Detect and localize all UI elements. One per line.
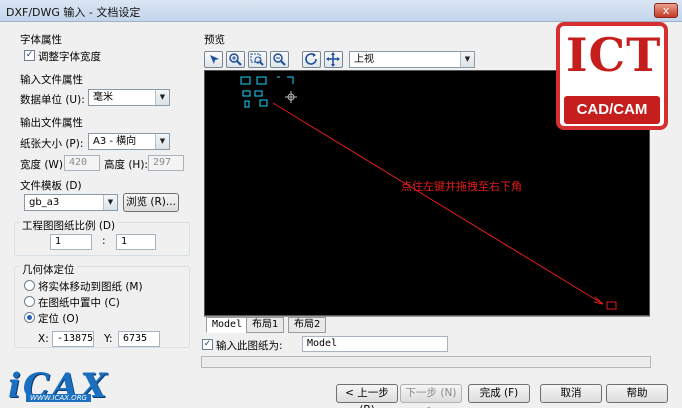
radio-move-to-sheet-label: 将实体移动到图纸 (M) xyxy=(38,281,143,293)
paper-size-select[interactable]: A3 - 横向 ▼ xyxy=(88,133,170,150)
cancel-button[interactable]: 取消 xyxy=(540,384,602,403)
input-props-title: 输入文件属性 xyxy=(20,74,83,86)
height-field: 297 xyxy=(148,155,184,171)
browse-button[interactable]: 浏览 (R)... xyxy=(123,193,179,212)
preview-title: 预览 xyxy=(204,34,225,46)
status-bar xyxy=(201,356,651,368)
icax-logo-url: WWW.ICAX.ORG xyxy=(26,394,91,402)
x-label: X: xyxy=(38,333,49,345)
view-value: 上视 xyxy=(354,54,374,65)
window-title: DXF/DWG 输入 - 文档设定 xyxy=(6,6,141,19)
template-select[interactable]: gb_a3 ▼ xyxy=(24,194,118,211)
zoom-in-icon xyxy=(229,53,242,66)
close-button[interactable]: x xyxy=(654,3,678,18)
template-label: 文件模板 (D) xyxy=(20,180,82,192)
refresh-icon xyxy=(305,53,317,65)
y-label: Y: xyxy=(104,333,113,345)
scale-right-input[interactable]: 1 xyxy=(116,234,156,250)
chevron-down-icon: ▼ xyxy=(460,52,474,67)
chevron-down-icon: ▼ xyxy=(103,195,117,210)
import-sheet-input[interactable]: Model xyxy=(302,336,448,352)
refresh-button[interactable] xyxy=(302,51,321,68)
ict-logo-text: ICT xyxy=(566,28,662,82)
import-sheet-label: 输入此图纸为: xyxy=(216,340,283,352)
output-props-title: 输出文件属性 xyxy=(20,117,83,129)
tab-model[interactable]: Model xyxy=(206,317,249,333)
height-label: 高度 (H): xyxy=(104,159,148,171)
font-props-title: 字体属性 xyxy=(20,34,62,46)
zoom-out-button[interactable] xyxy=(270,51,289,68)
radio-move-to-sheet[interactable] xyxy=(24,280,35,291)
ict-logo-band: CAD/CAM xyxy=(564,96,660,124)
pan-icon xyxy=(326,52,340,67)
paper-size-value: A3 - 横向 xyxy=(93,136,137,147)
next-button[interactable]: 下一步 (N) > xyxy=(400,384,462,408)
chevron-down-icon: ▼ xyxy=(155,90,169,105)
finish-button[interactable]: 完成 (F) xyxy=(468,384,530,403)
select-tool-button[interactable] xyxy=(204,51,223,68)
zoom-out-icon xyxy=(273,53,286,66)
import-sheet-checkbox[interactable]: ✓ xyxy=(202,339,213,350)
adjust-width-checkbox[interactable]: ✓ xyxy=(24,50,35,61)
tab-layout2[interactable]: 布局2 xyxy=(288,317,327,333)
layout-tabs: Model 布局1 布局2 xyxy=(204,316,650,333)
radio-center[interactable] xyxy=(24,296,35,307)
width-label: 宽度 (W): xyxy=(20,159,67,171)
help-button[interactable]: 帮助 xyxy=(606,384,668,403)
scale-separator: : xyxy=(102,235,106,247)
select-tool-icon xyxy=(210,55,219,64)
zoom-window-icon xyxy=(250,53,264,66)
pan-button[interactable] xyxy=(324,51,343,68)
ict-logo: ICT CAD/CAM xyxy=(556,22,668,130)
adjust-width-label: 调整字体宽度 xyxy=(38,51,101,63)
close-icon: x xyxy=(662,4,670,17)
drag-annotation: 点住左键并拖拽至右下角 xyxy=(401,179,522,193)
template-value: gb_a3 xyxy=(29,197,60,208)
chevron-down-icon: ▼ xyxy=(155,134,169,149)
y-input[interactable]: 6735 xyxy=(118,331,160,347)
back-button[interactable]: < 上一步 (B) xyxy=(336,384,398,408)
radio-position[interactable] xyxy=(24,312,35,323)
zoom-window-button[interactable] xyxy=(248,51,267,68)
tab-layout1[interactable]: 布局1 xyxy=(246,317,285,333)
view-select[interactable]: 上视 ▼ xyxy=(349,51,475,68)
zoom-in-button[interactable] xyxy=(226,51,245,68)
radio-center-label: 在图纸中置中 (C) xyxy=(38,297,120,309)
x-input[interactable]: -13875 xyxy=(52,331,94,347)
scale-title: 工程图图纸比例 (D) xyxy=(20,218,118,233)
units-select[interactable]: 毫米 ▼ xyxy=(88,89,170,106)
crosshair-icon xyxy=(285,91,297,103)
scale-left-input[interactable]: 1 xyxy=(50,234,92,250)
radio-position-label: 定位 (O) xyxy=(38,313,79,325)
units-label: 数据单位 (U): xyxy=(20,94,85,106)
title-bar: DXF/DWG 输入 - 文档设定 x xyxy=(0,0,682,22)
geometry-title: 几何体定位 xyxy=(20,262,77,277)
paper-size-label: 纸张大小 (P): xyxy=(20,138,84,150)
units-value: 毫米 xyxy=(93,92,113,103)
width-field: 420 xyxy=(64,155,100,171)
